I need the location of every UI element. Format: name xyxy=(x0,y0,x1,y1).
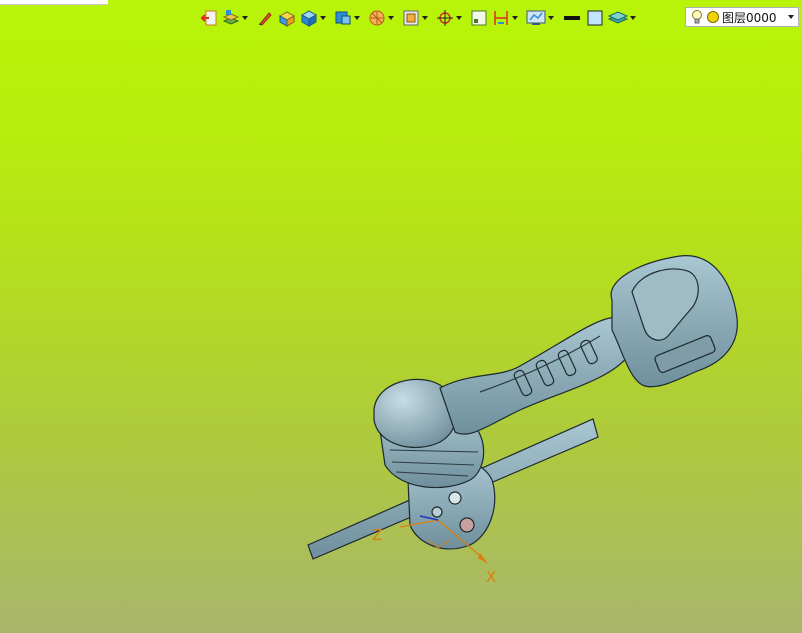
z-axis-label: Z xyxy=(372,526,382,544)
x-axis-label: X xyxy=(486,568,496,586)
cad-model[interactable] xyxy=(307,255,738,560)
handle-body[interactable] xyxy=(439,317,632,435)
battery-pack[interactable] xyxy=(610,255,738,388)
graphics-viewport[interactable]: X Z xyxy=(0,0,802,633)
